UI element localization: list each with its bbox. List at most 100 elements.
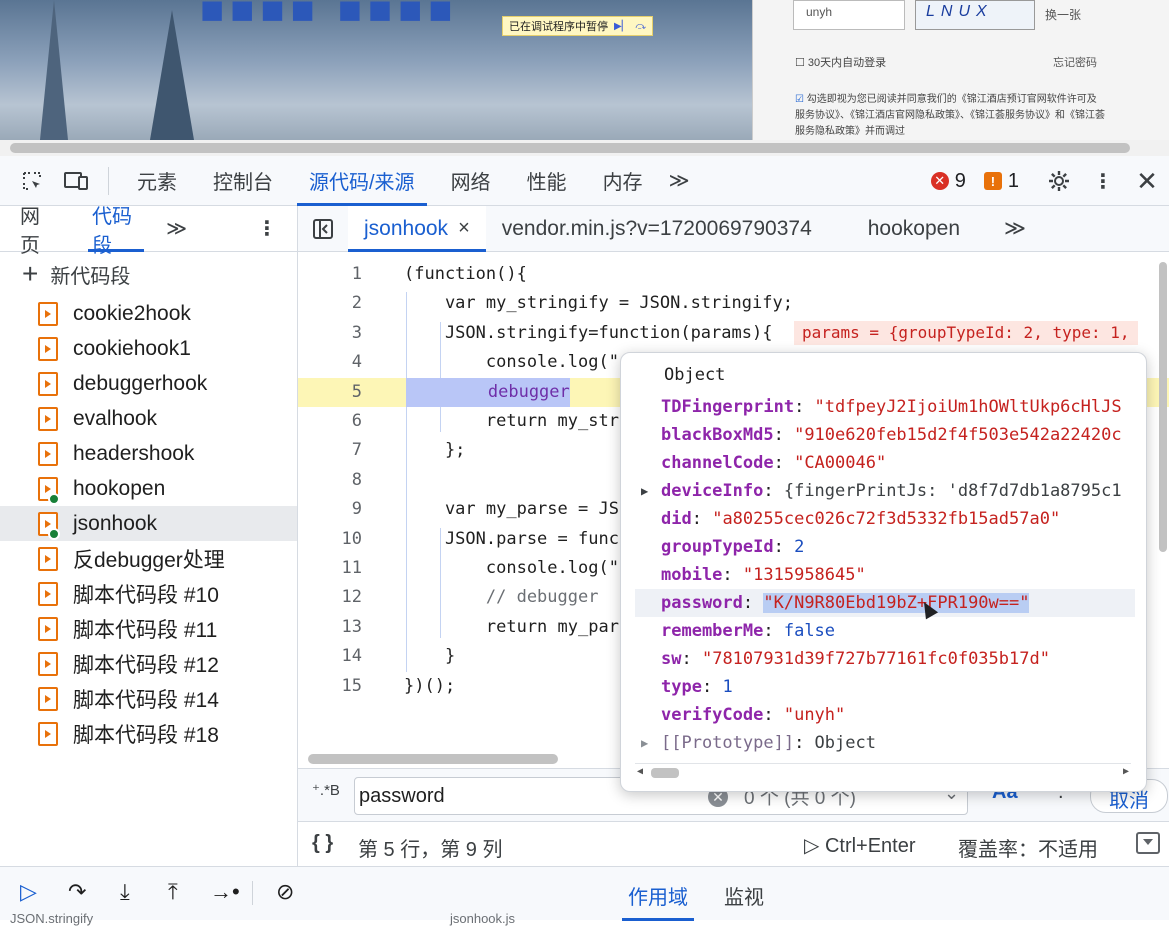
more-tabs-button[interactable]: ≫ (661, 156, 698, 206)
tab-watch[interactable]: 监视 (714, 867, 774, 921)
error-count-badge[interactable]: ✕ 9 (930, 170, 966, 193)
object-property[interactable]: groupTypeId: 2 (661, 533, 1146, 561)
snippet-item[interactable]: hookopen (0, 471, 297, 506)
forgot-password-link[interactable]: 忘记密码 (1053, 54, 1097, 70)
regex-replace-icon[interactable]: ⁺.*B (312, 781, 340, 799)
agreement-checkbox[interactable]: ☑ 勾选即视为您已阅读并同意我们的《锦江酒店预订官网软件许可及服务协议》、《锦江… (795, 92, 1105, 140)
editor-horizontal-scrollbar[interactable] (308, 754, 558, 764)
object-property[interactable]: verifyCode: "unyh" (661, 701, 1146, 729)
page-horizontal-scrollbar[interactable] (0, 140, 1169, 156)
expand-arrow-icon[interactable]: ▶ (641, 729, 648, 757)
snippet-item[interactable]: 脚本代码段 #14 (0, 681, 297, 716)
object-property[interactable]: channelCode: "CA00046" (661, 449, 1146, 477)
line-number[interactable]: 2 (298, 289, 362, 318)
tab-performance[interactable]: 性能 (509, 156, 585, 206)
tab-console[interactable]: 控制台 (195, 156, 291, 206)
close-devtools-icon[interactable]: ✕ (1125, 156, 1169, 206)
new-snippet-button[interactable]: + 新代码段 (0, 252, 297, 296)
snippet-label: 脚本代码段 #14 (73, 688, 219, 712)
kebab-menu-icon[interactable]: ⋮ (1081, 156, 1125, 206)
step-over-icon[interactable]: ↷ (68, 879, 86, 905)
object-property[interactable]: sw: "78107931d39f727b77161fc0f035b17d" (661, 645, 1146, 673)
device-toolbar-icon[interactable] (54, 156, 98, 206)
scrollbar-thumb[interactable] (10, 143, 1130, 153)
pretty-print-button[interactable]: { } (312, 832, 333, 855)
snippet-item[interactable]: jsonhook (0, 506, 297, 541)
navigator-more-button[interactable]: ≫ (160, 206, 193, 252)
toggle-drawer-icon[interactable] (1136, 832, 1160, 854)
settings-gear-icon[interactable] (1037, 156, 1081, 206)
object-property[interactable]: type: 1 (661, 673, 1146, 701)
object-property[interactable]: mobile: "1315958645" (661, 561, 1146, 589)
scrollbar-thumb[interactable] (651, 768, 679, 778)
tab-sources[interactable]: 源代码/来源 (291, 156, 433, 206)
object-property[interactable]: password: "K/N9R80Ebd19bZ+FPR190w==" (635, 589, 1135, 617)
snippet-file-icon (38, 651, 58, 676)
snippet-item[interactable]: debuggerhook (0, 366, 297, 401)
object-property[interactable]: rememberMe: false (661, 617, 1146, 645)
scroll-left-icon[interactable]: ◀ (637, 766, 643, 777)
resume-icon[interactable]: ▶▏ (614, 21, 629, 32)
line-number[interactable]: 14 (298, 642, 362, 671)
line-number[interactable]: 5 (298, 378, 362, 407)
object-property[interactable]: TDFingerprint: "tdfpeyJ2IjoiUm1hOWltUkp6… (661, 393, 1146, 421)
step-out-icon[interactable]: ⤒ (168, 879, 178, 905)
line-number[interactable]: 4 (298, 348, 362, 377)
snippet-item[interactable]: cookiehook1 (0, 331, 297, 366)
line-number[interactable]: 10 (298, 525, 362, 554)
tab-snippets[interactable]: 代码段 (72, 206, 160, 257)
expand-arrow-icon[interactable]: ▶ (641, 477, 648, 505)
snippet-item[interactable]: 脚本代码段 #11 (0, 611, 297, 646)
code-text: var my_parse = JS (404, 499, 619, 520)
inspect-element-icon[interactable] (10, 156, 54, 206)
captcha-refresh-link[interactable]: 换一张 (1045, 6, 1081, 23)
snippet-item[interactable]: 脚本代码段 #12 (0, 646, 297, 681)
step-icon[interactable]: →• (210, 879, 240, 905)
line-number[interactable]: 3 (298, 319, 362, 348)
close-tab-icon[interactable]: × (458, 217, 470, 240)
snippet-item[interactable]: headershook (0, 436, 297, 471)
editor-vertical-scrollbar[interactable] (1159, 262, 1167, 552)
tab-network[interactable]: 网络 (433, 156, 509, 206)
object-property[interactable]: ▶ [[Prototype]]: Object (641, 729, 1146, 757)
step-over-icon[interactable]: ⤼ (635, 21, 646, 32)
snippet-item[interactable]: evalhook (0, 401, 297, 436)
editor-more-tabs-button[interactable]: ≫ (988, 206, 1042, 252)
line-number[interactable]: 13 (298, 613, 362, 642)
line-number[interactable]: 9 (298, 495, 362, 524)
remember-30days-checkbox[interactable]: ☐ 30天内自动登录 (795, 54, 886, 70)
line-number[interactable]: 6 (298, 407, 362, 436)
captcha-image[interactable]: LNUX (915, 0, 1035, 30)
editor-tab-hookopen[interactable]: hookopen (852, 206, 976, 252)
scroll-right-icon[interactable]: ▶ (1123, 766, 1129, 777)
object-property[interactable]: ▶ deviceInfo: {fingerPrintJs: 'd8f7d7db1a… (641, 477, 1146, 505)
resume-icon[interactable]: ▷ (20, 879, 37, 905)
editor-tab-vendor[interactable]: vendor.min.js?v=1720069790374 (486, 206, 828, 252)
line-number[interactable]: 1 (298, 260, 362, 289)
captcha-input[interactable]: unyh (793, 0, 905, 30)
property-key: deviceInfo (661, 481, 764, 501)
line-number[interactable]: 7 (298, 436, 362, 465)
toggle-navigator-icon[interactable] (298, 206, 348, 252)
line-number[interactable]: 8 (298, 466, 362, 495)
tab-scope[interactable]: 作用域 (612, 867, 704, 921)
deactivate-breakpoints-icon[interactable]: ⊘ (276, 879, 294, 905)
object-property[interactable]: blackBoxMd5: "910e620feb15d2f4f503e542a2… (661, 421, 1146, 449)
line-number[interactable]: 12 (298, 583, 362, 612)
line-number[interactable]: 15 (298, 672, 362, 701)
warning-count-badge[interactable]: ! 1 (983, 170, 1019, 193)
line-number[interactable]: 11 (298, 554, 362, 583)
tab-elements[interactable]: 元素 (119, 156, 195, 206)
snippet-item[interactable]: cookie2hook (0, 296, 297, 331)
run-snippet-button[interactable]: ▷ Ctrl+Enter (804, 833, 916, 858)
tab-page[interactable]: 网页 (0, 206, 72, 257)
snippet-item[interactable]: 反debugger处理 (0, 541, 297, 576)
navigator-menu-icon[interactable]: ⋮ (237, 206, 297, 252)
tab-memory[interactable]: 内存 (585, 156, 661, 206)
snippet-item[interactable]: 脚本代码段 #18 (0, 716, 297, 751)
popover-horizontal-scrollbar[interactable]: ◀ ▶ (635, 763, 1131, 781)
step-into-icon[interactable]: ⤓ (120, 879, 130, 905)
snippet-item[interactable]: 脚本代码段 #10 (0, 576, 297, 611)
editor-tab-jsonhook[interactable]: jsonhook × (348, 205, 486, 252)
object-property[interactable]: did: "a80255cec026c72f3d5332fb15ad57a0" (661, 505, 1146, 533)
